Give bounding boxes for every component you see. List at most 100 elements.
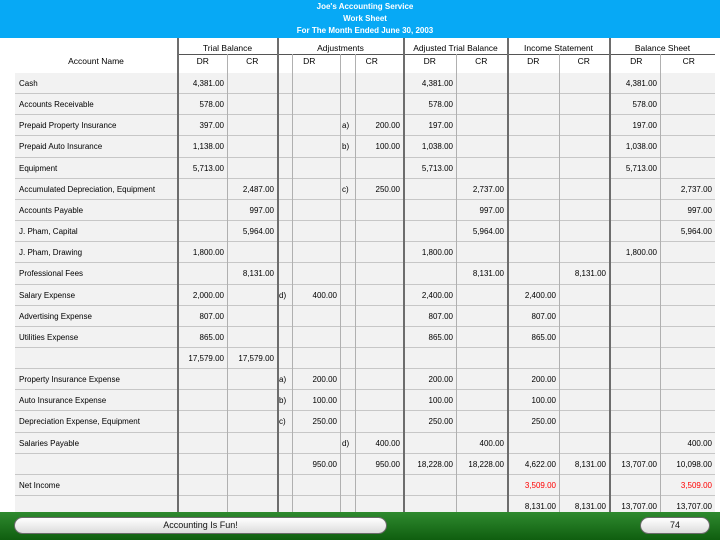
- table-cell-is-dr: [508, 136, 559, 157]
- worksheet-title-block: Joe's Accounting Service Work Sheet For …: [15, 0, 715, 39]
- table-row-account-name: [15, 348, 177, 369]
- table-cell-atb-dr: [404, 263, 456, 284]
- header-group-balance-sheet: Balance Sheet: [634, 43, 691, 53]
- table-cell-is-cr: [559, 179, 609, 200]
- table-cell-atb-cr: [456, 475, 507, 496]
- table-cell-atb-cr: [456, 306, 507, 327]
- table-row-account-name: J. Pham, Drawing: [19, 248, 83, 258]
- table-cell-is-dr: [508, 433, 559, 454]
- table-cell-is-cr: [559, 242, 609, 263]
- table-cell-adj-cr: [355, 475, 403, 496]
- table-row-account-name: Advertising Expense: [19, 311, 92, 321]
- table-cell-tb-cr: [228, 369, 277, 390]
- table-cell-adj-dr-label: [279, 94, 293, 115]
- table-cell-adj-cr: [355, 348, 403, 369]
- table-cell-adj-dr: [292, 136, 340, 157]
- footer-caption: Accounting Is Fun!: [14, 517, 387, 534]
- header-group-adjusted-trial-balance: Adjusted Trial Balance: [413, 43, 498, 53]
- table-row-account-name: Utilities Expense: [19, 332, 79, 342]
- table-cell-tb-dr: 1,138.00: [192, 142, 224, 152]
- table-cell-bs-dr: [610, 348, 660, 369]
- table-cell-tb-dr: 4,381.00: [192, 79, 224, 88]
- table-cell-is-dr: [508, 242, 559, 263]
- table-cell-atb-dr: 100.00: [428, 396, 453, 406]
- table-cell-is-dr: 100.00: [531, 396, 556, 406]
- period-line: For The Month Ended June 30, 2003: [296, 26, 434, 35]
- table-cell-adj-dr: [292, 179, 340, 200]
- table-cell-atb-cr: [456, 327, 507, 348]
- table-cell-bs-cr: [660, 369, 715, 390]
- table-cell-is-cr: [559, 306, 609, 327]
- table-row-account-name: Cash: [19, 79, 38, 88]
- table-cell-adj-cr: [355, 263, 403, 284]
- table-cell-bs-dr: [610, 369, 660, 390]
- table-cell-atb-cr: 400.00: [479, 438, 504, 448]
- table-cell-is-cr: [559, 285, 609, 306]
- table-cell-adj-cr: 200.00: [375, 121, 400, 131]
- header-trial-balance-cr: CR: [246, 56, 259, 66]
- table-cell-is-cr: [559, 221, 609, 242]
- table-cell-bs-dr: 578.00: [632, 100, 657, 110]
- table-cell-tb-cr: [228, 242, 277, 263]
- table-cell-bs-cr: 2,737.00: [680, 184, 712, 194]
- header-trial-balance-dr: DR: [196, 56, 209, 66]
- table-cell-tb-dr: 2,000.00: [192, 290, 224, 300]
- table-cell-is-cr: [559, 369, 609, 390]
- table-row-account-name: Professional Fees: [19, 269, 84, 279]
- table-cell-atb-dr: 807.00: [428, 311, 453, 321]
- table-cell-tb-cr: [228, 433, 277, 454]
- table-cell-bs-dr: [610, 179, 660, 200]
- table-cell-bs-cr: 10,098.00: [676, 459, 712, 469]
- table-cell-adj-cr: [355, 200, 403, 221]
- table-cell-tb-dr: [178, 200, 227, 221]
- worksheet: Joe's Accounting Service Work Sheet For …: [15, 0, 715, 518]
- table-cell-bs-cr: [660, 327, 715, 348]
- table-cell-atb-dr: 200.00: [428, 375, 453, 385]
- table-row-account-name: Accounts Payable: [19, 205, 84, 215]
- table-cell-adj-dr-label: d): [279, 290, 287, 300]
- table-cell-atb-cr: [456, 348, 507, 369]
- table-cell-bs-dr: 5,713.00: [625, 163, 657, 173]
- table-row-account-name: Depreciation Expense, Equipment: [19, 417, 140, 427]
- table-cell-bs-dr: 197.00: [632, 121, 657, 131]
- table-cell-adj-cr: [355, 285, 403, 306]
- table-cell-tb-cr: [228, 306, 277, 327]
- table-cell-atb-dr: [404, 433, 456, 454]
- table-cell-is-cr: [559, 348, 609, 369]
- table-cell-tb-dr: 1,800.00: [192, 248, 224, 258]
- table-cell-atb-dr: 1,038.00: [421, 142, 453, 152]
- column-divider: [507, 38, 509, 518]
- table-cell-tb-cr: 997.00: [249, 205, 274, 215]
- table-cell-tb-cr: [228, 454, 277, 475]
- header-balance-sheet-cr: CR: [682, 56, 695, 66]
- table-cell-bs-dr: [610, 200, 660, 221]
- column-divider: [227, 54, 228, 518]
- table-cell-bs-cr: [660, 411, 715, 432]
- table-cell-is-cr: 8,131.00: [574, 269, 606, 279]
- column-divider: [355, 54, 356, 518]
- header-group-income-statement: Income Statement: [524, 43, 593, 53]
- header-adjusted-trial-balance-cr: CR: [475, 56, 488, 66]
- table-cell-is-cr: [559, 390, 609, 411]
- column-divider: [456, 54, 457, 518]
- table-row-account-name: Auto Insurance Expense: [19, 396, 107, 406]
- table-cell-adj-cr: [355, 242, 403, 263]
- table-cell-is-dr: 3,509.00: [524, 480, 556, 490]
- table-cell-tb-cr: [228, 411, 277, 432]
- table-cell-tb-dr: [178, 369, 227, 390]
- table-cell-tb-dr: 807.00: [199, 311, 224, 321]
- table-cell-adj-dr-label: [279, 73, 293, 94]
- column-divider: [559, 54, 560, 518]
- table-row-account-name: J. Pham, Capital: [19, 227, 78, 237]
- header-rule: [178, 54, 715, 55]
- table-cell-bs-dr: [610, 285, 660, 306]
- table-cell-atb-cr: [456, 411, 507, 432]
- table-cell-tb-dr: [178, 433, 227, 454]
- table-cell-atb-dr: 250.00: [428, 417, 453, 427]
- table-cell-adj-cr: 100.00: [375, 142, 400, 152]
- sheet-name: Work Sheet: [343, 14, 387, 23]
- table-row-account-name: Accounts Receivable: [19, 100, 94, 110]
- table-cell-bs-cr: [660, 115, 715, 136]
- table-cell-atb-cr: [456, 369, 507, 390]
- table-cell-adj-dr-label: [279, 348, 293, 369]
